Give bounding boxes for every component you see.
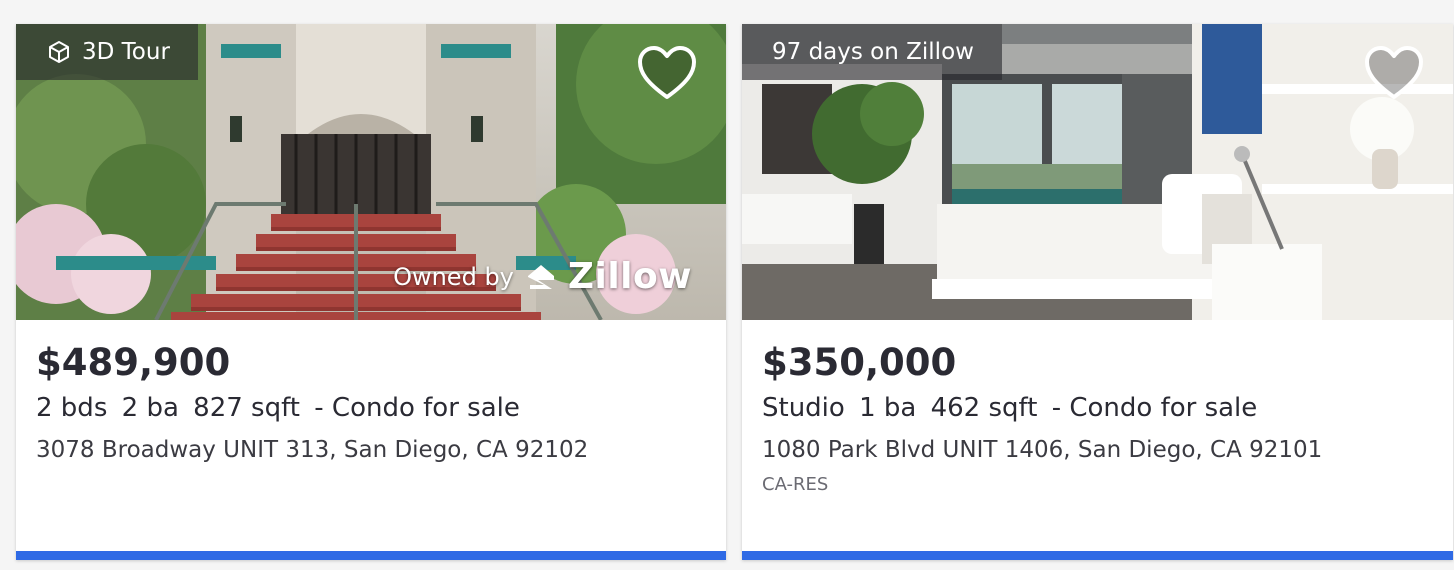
baths-count: 2 ba [121, 393, 179, 423]
badge-label: 97 days on Zillow [772, 39, 974, 65]
home-type: - Condo for sale [1051, 393, 1258, 423]
zillow-logo-icon [527, 264, 554, 289]
beds-count: Studio [762, 393, 845, 423]
listing-card-1[interactable]: 3D Tour Owned by Zillow $489,900 2 bds 2… [16, 24, 726, 560]
home-type: - Condo for sale [314, 393, 520, 423]
baths-count: 1 ba [859, 393, 917, 423]
3d-tour-badge[interactable]: 3D Tour [16, 24, 198, 80]
badge-label: 3D Tour [82, 39, 170, 65]
mls-source: CA-RES [762, 474, 829, 495]
zillow-brand: Zillow [567, 256, 692, 297]
card-accent-bar [742, 551, 1453, 560]
beds-count: 2 bds [36, 393, 108, 423]
listing-info: $350,000 Studio 1 ba 462 sqft - Condo fo… [762, 320, 1433, 498]
cube-icon [49, 41, 69, 63]
listing-facts: 2 bds 2 ba 827 sqft - Condo for sale [36, 390, 706, 426]
owned-by-label: Owned by [393, 262, 514, 291]
listing-photo[interactable]: 97 days on Zillow [742, 24, 1453, 320]
listing-price[interactable]: $489,900 [36, 340, 706, 386]
heart-icon[interactable] [636, 44, 698, 102]
sqft-value: 827 sqft [193, 393, 300, 423]
listing-facts: Studio 1 ba 462 sqft - Condo for sale [762, 390, 1433, 426]
heart-icon[interactable] [1363, 44, 1425, 102]
listing-photo[interactable]: 3D Tour Owned by Zillow [16, 24, 726, 320]
sqft-value: 462 sqft [930, 393, 1038, 423]
listing-info: $489,900 2 bds 2 ba 827 sqft - Condo for… [36, 320, 706, 466]
listing-address[interactable]: 1080 Park Blvd UNIT 1406, San Diego, CA … [762, 434, 1433, 466]
card-accent-bar [16, 551, 726, 560]
days-on-zillow-badge: 97 days on Zillow [742, 24, 1002, 80]
listing-card-2[interactable]: 97 days on Zillow $350,000 Studio 1 ba 4… [742, 24, 1453, 560]
owned-by-zillow: Owned by Zillow [393, 256, 692, 297]
listing-price[interactable]: $350,000 [762, 340, 1433, 386]
listing-address[interactable]: 3078 Broadway UNIT 313, San Diego, CA 92… [36, 434, 706, 466]
